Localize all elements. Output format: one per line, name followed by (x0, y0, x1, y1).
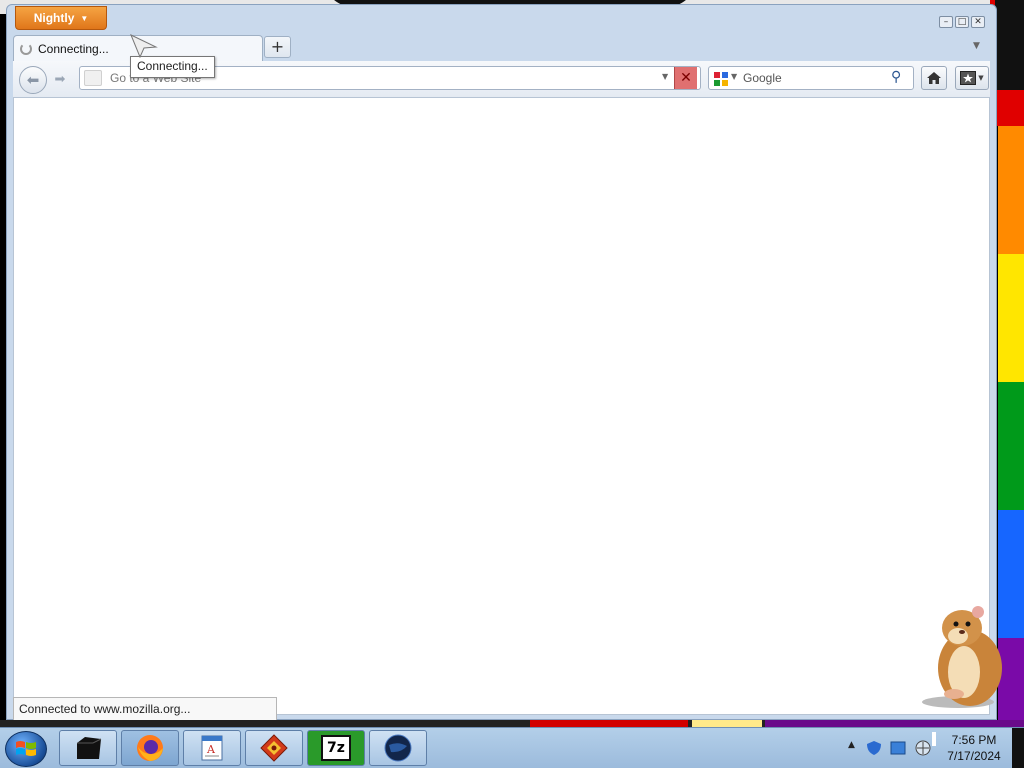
browser-window: Nightly ▼ – □ ✕ Connecting... + ▼ ⬅ ➡ ▼ … (6, 4, 997, 721)
clock-date: 7/17/2024 (947, 749, 1001, 763)
taskbar-app-wordpad[interactable]: A (183, 730, 241, 766)
stop-loading-button[interactable]: ✕ (674, 67, 697, 89)
home-icon (927, 72, 941, 84)
taskbar: A 7z ▲ 7:56 PM 7/17/2024 (0, 727, 1024, 768)
tab-list-chevron-icon[interactable]: ▼ (973, 41, 980, 51)
tab-tooltip: Connecting... (130, 56, 215, 78)
taskbar-app-firefox[interactable] (121, 730, 179, 766)
tray-window-icon[interactable] (890, 741, 906, 755)
windows-logo-icon (16, 741, 36, 756)
site-identity-icon[interactable] (84, 70, 102, 86)
taskbar-app-game[interactable] (245, 730, 303, 766)
search-input[interactable] (743, 68, 883, 88)
page-content-area[interactable] (13, 97, 990, 715)
forward-arrow-icon: ➡ (54, 72, 66, 87)
back-button[interactable]: ⬅ (19, 66, 47, 94)
wordpad-icon: A (201, 735, 223, 761)
mouse-cursor-icon (130, 34, 158, 58)
loading-throbber-icon (20, 42, 32, 55)
forward-button[interactable]: ➡ (48, 70, 72, 90)
close-window-button[interactable]: ✕ (971, 16, 985, 28)
search-bar[interactable]: ▼ ⚲ (708, 66, 914, 90)
tray-network-icon[interactable] (914, 738, 932, 758)
rainbow-stripe-green (998, 382, 1024, 510)
app-menu-label: Nightly (33, 11, 75, 25)
taskbar-app-globe[interactable] (369, 730, 427, 766)
app-menu-button[interactable]: Nightly ▼ (15, 6, 107, 30)
new-tab-button[interactable]: + (264, 36, 291, 58)
search-magnifier-icon[interactable]: ⚲ (891, 69, 901, 85)
wallpaper-black-block (995, 0, 1024, 90)
tray-shield-icon[interactable] (866, 740, 882, 756)
rainbow-stripe-orange (998, 126, 1024, 254)
tab-title: Connecting... (38, 41, 109, 56)
maximize-button[interactable]: □ (955, 16, 969, 28)
red-diamond-icon (260, 734, 288, 762)
bookmarks-star-icon (960, 71, 977, 85)
back-arrow-icon: ⬅ (26, 71, 40, 89)
google-icon[interactable] (713, 71, 729, 87)
hamster-mascot-icon (922, 606, 1002, 708)
7zip-icon: 7z (321, 735, 351, 761)
black-box-icon (77, 737, 102, 759)
bookmarks-menu-button[interactable]: ▼ (955, 66, 989, 90)
show-desktop-button[interactable] (1012, 728, 1024, 768)
url-history-dropdown-icon[interactable]: ▼ (662, 72, 668, 81)
search-engine-dropdown-icon[interactable]: ▼ (731, 72, 737, 81)
bookmarks-dropdown-icon: ▼ (978, 74, 984, 82)
status-bar-text: Connected to www.mozilla.org... (13, 697, 277, 721)
taskbar-clock[interactable]: 7:56 PM 7/17/2024 (936, 732, 1012, 764)
svg-text:A: A (206, 743, 216, 756)
stop-x-icon: ✕ (680, 70, 692, 86)
home-button[interactable] (921, 66, 947, 90)
taskbar-app-box[interactable] (59, 730, 117, 766)
rainbow-stripe-yellow (998, 254, 1024, 382)
minimize-button[interactable]: – (939, 16, 953, 28)
taskbar-app-7zip[interactable]: 7z (307, 730, 365, 766)
firefox-icon (137, 735, 163, 761)
show-hidden-icons-chevron-icon[interactable]: ▲ (848, 740, 855, 750)
dark-globe-icon (384, 734, 412, 762)
chevron-down-icon: ▼ (80, 13, 89, 23)
clock-time: 7:56 PM (951, 733, 997, 747)
start-button[interactable] (5, 731, 47, 767)
